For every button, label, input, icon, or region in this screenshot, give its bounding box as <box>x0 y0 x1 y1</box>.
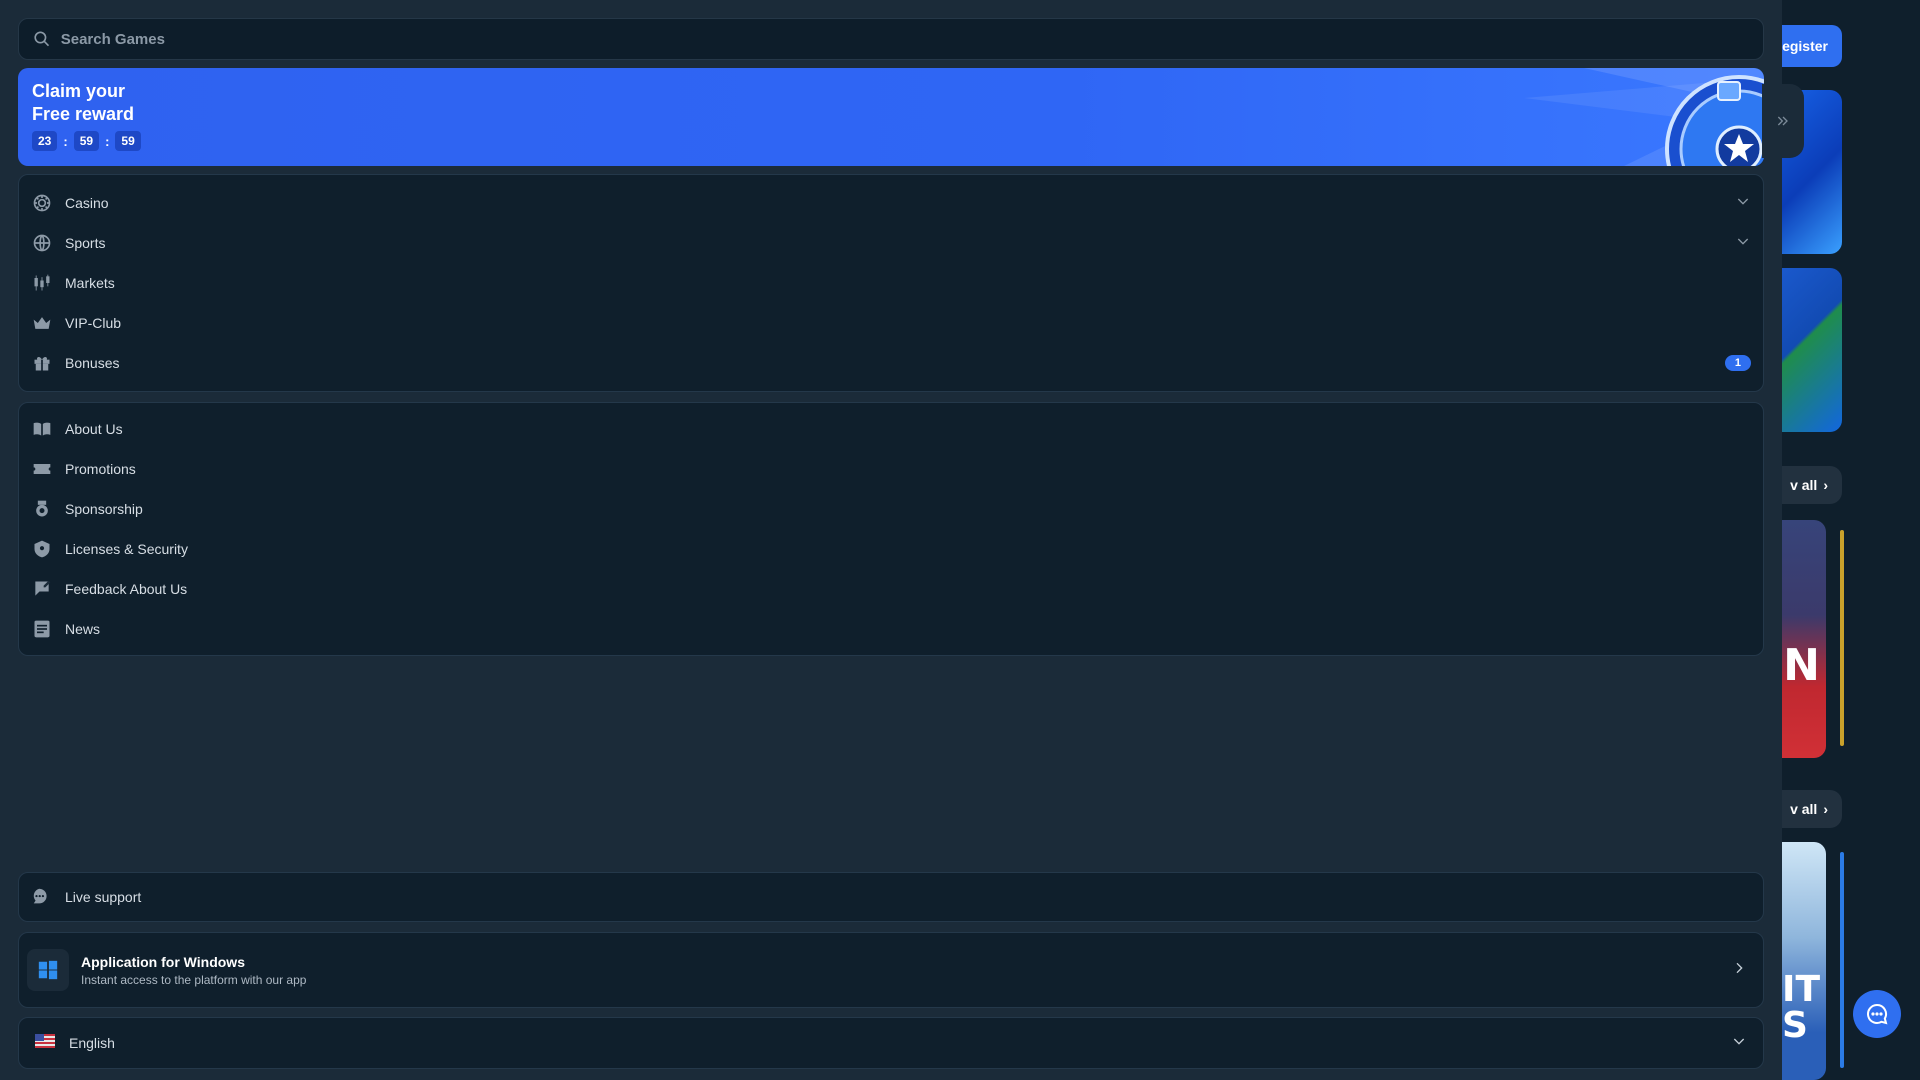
nav-label: Bonuses <box>65 355 120 371</box>
nav-label: Markets <box>65 275 115 291</box>
timer-separator: : <box>63 133 68 149</box>
timer-minutes: 59 <box>73 131 100 151</box>
game-tile-edge[interactable] <box>1840 530 1844 746</box>
bonus-count-badge: 1 <box>1724 355 1751 371</box>
ticket-icon <box>31 458 53 480</box>
double-chevron-right-icon <box>1777 116 1788 126</box>
search-input[interactable] <box>60 30 1763 48</box>
nav-item-casino[interactable]: Casino <box>31 183 1751 223</box>
game-tile-text: N <box>1783 640 1820 691</box>
game-tile-edge[interactable] <box>1840 852 1844 1068</box>
feedback-icon <box>31 578 53 600</box>
nav-item-sports[interactable]: Sports <box>31 223 1751 263</box>
live-support-button[interactable]: Live support <box>18 872 1764 922</box>
nav-item-sponsorship[interactable]: Sponsorship <box>31 489 1751 529</box>
nav-label: Sports <box>65 235 106 251</box>
medal-icon <box>31 498 53 520</box>
nav-label: News <box>65 621 101 637</box>
nav-item-bonuses[interactable]: Bonuses 1 <box>31 343 1751 383</box>
windows-logo-icon <box>27 949 69 991</box>
live-support-label: Live support <box>65 889 142 905</box>
shield-icon <box>31 538 53 560</box>
markets-candles-icon <box>31 272 53 294</box>
chevron-right-icon: › <box>1823 477 1828 493</box>
book-icon <box>31 418 53 440</box>
collapse-panel-button[interactable] <box>1762 84 1804 158</box>
side-menu-panel: Claim your Free reward 23 : 59 : 59 Casi… <box>0 0 1782 1080</box>
nav-item-vip-club[interactable]: VIP-Club <box>31 303 1751 343</box>
nav-item-feedback[interactable]: Feedback About Us <box>31 569 1751 609</box>
windows-app-title: Application for Windows <box>81 953 245 970</box>
main-navigation: Casino Sports Markets VIP-Club Bonuses 1 <box>18 174 1764 392</box>
chevron-down-icon[interactable] <box>1735 193 1751 214</box>
chevron-right-icon: › <box>1823 801 1828 817</box>
windows-app-banner[interactable]: Application for Windows Instant access t… <box>18 932 1764 1008</box>
nav-label: VIP-Club <box>65 315 122 331</box>
sports-globe-icon <box>31 232 53 254</box>
nav-label: Feedback About Us <box>65 581 188 597</box>
banner-title: Claim your Free reward <box>32 80 232 126</box>
windows-app-text: Application for Windows Instant access t… <box>81 954 1719 987</box>
windows-app-subtitle: Instant access to the platform with our … <box>81 972 307 987</box>
search-icon <box>34 31 50 47</box>
nav-item-promotions[interactable]: Promotions <box>31 449 1751 489</box>
chat-bubble-icon <box>1867 1003 1888 1025</box>
newspaper-icon <box>31 618 53 640</box>
nav-item-markets[interactable]: Markets <box>31 263 1751 303</box>
search-bar[interactable] <box>18 18 1764 60</box>
timer-hours: 23 <box>32 131 58 151</box>
nav-label: Casino <box>65 195 109 211</box>
reward-wheel-icon <box>1665 75 1764 166</box>
nav-item-about-us[interactable]: About Us <box>31 409 1751 449</box>
nav-item-licenses-security[interactable]: Licenses & Security <box>31 529 1751 569</box>
chat-button[interactable] <box>1853 990 1901 1038</box>
timer-seconds: 59 <box>115 131 141 151</box>
live-support-icon <box>31 886 53 908</box>
view-all-label: v all <box>1790 477 1818 493</box>
casino-icon <box>31 192 53 214</box>
gift-icon <box>31 352 53 374</box>
nav-label: About Us <box>65 421 123 437</box>
timer-separator: : <box>105 133 110 149</box>
nav-label: Sponsorship <box>65 501 143 517</box>
chevron-down-icon <box>1731 1033 1747 1054</box>
view-all-label: v all <box>1790 801 1818 817</box>
chevron-right-icon <box>1731 960 1747 981</box>
info-navigation: About Us Promotions Sponsorship Licenses… <box>18 402 1764 656</box>
language-selector[interactable]: English <box>18 1017 1764 1069</box>
chevron-down-icon[interactable] <box>1735 233 1751 254</box>
nav-label: Promotions <box>65 461 136 477</box>
game-tile-text: IT S <box>1782 969 1820 1046</box>
banner-title-line1: Claim your <box>32 81 126 101</box>
us-flag-icon <box>35 1033 55 1053</box>
nav-item-news[interactable]: News <box>31 609 1751 649</box>
crown-icon <box>31 312 53 334</box>
banner-title-line2: Free reward <box>32 104 135 124</box>
free-reward-banner[interactable]: Claim your Free reward 23 : 59 : 59 <box>18 68 1764 166</box>
nav-label: Licenses & Security <box>65 541 188 557</box>
language-label: English <box>69 1035 115 1051</box>
